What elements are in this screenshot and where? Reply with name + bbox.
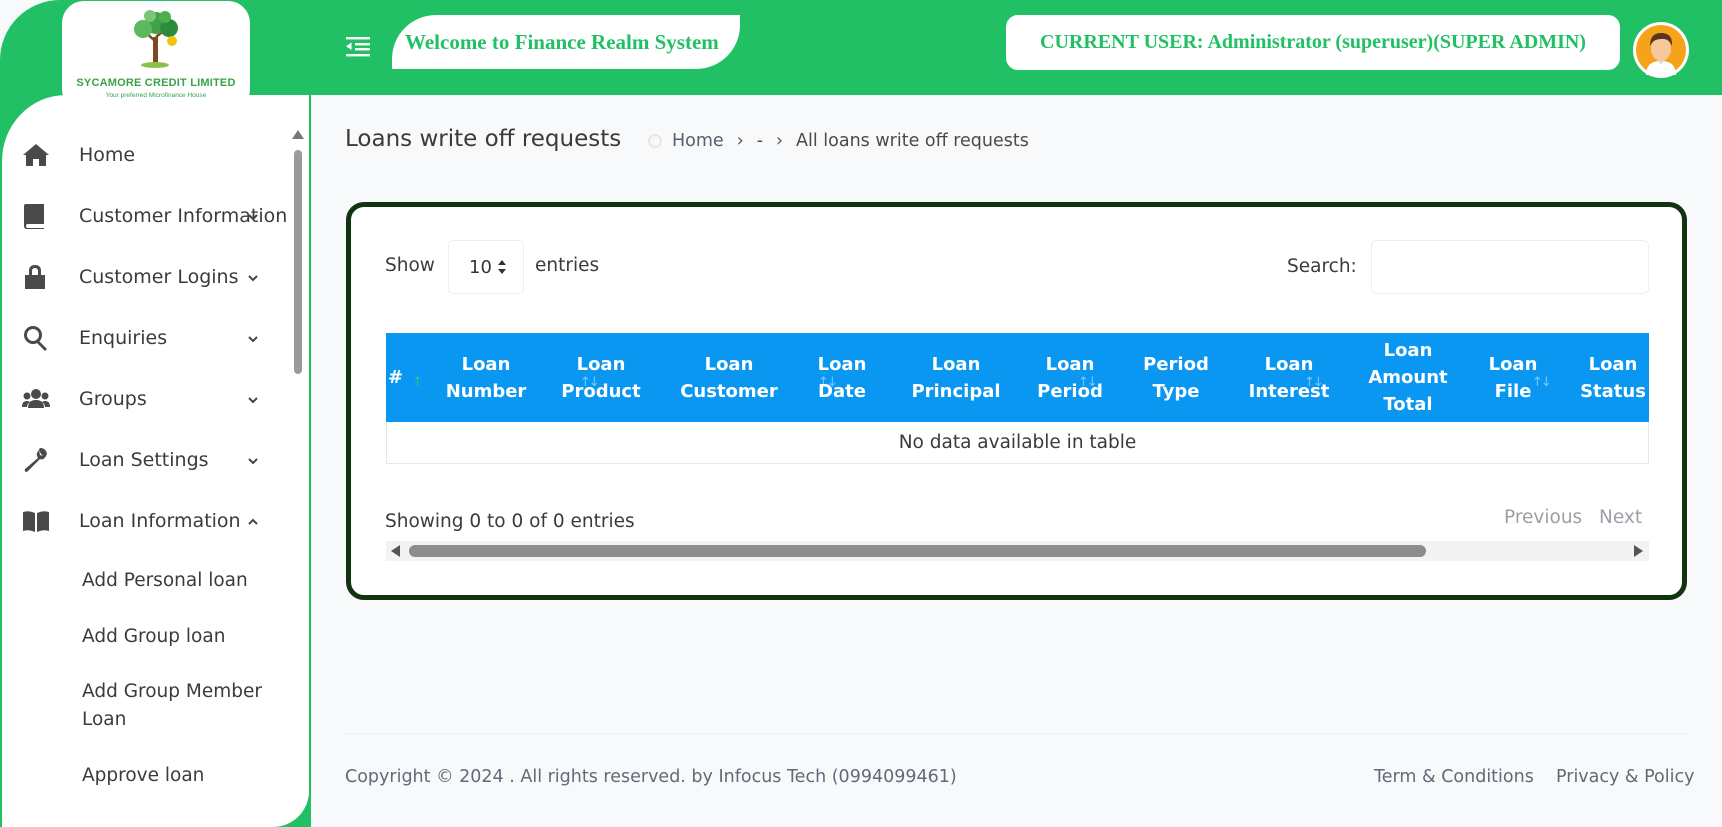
breadcrumb-home-icon bbox=[648, 134, 662, 148]
breadcrumb-home-link[interactable]: Home bbox=[672, 131, 724, 151]
sidebar-scrollbar[interactable] bbox=[294, 150, 302, 374]
logo-tagline: Your preferred Microfinance House bbox=[105, 92, 207, 99]
column-header-label: Loan Principal bbox=[911, 353, 1001, 402]
column-header-loan-status[interactable]: Loan Status bbox=[1576, 333, 1649, 422]
breadcrumb-separator-icon: › bbox=[776, 131, 784, 151]
column-header-loan-date[interactable]: Loan Date ↑↓ bbox=[804, 333, 1324, 422]
column-header-label: Loan Period bbox=[1037, 353, 1103, 402]
sidebar-item-label: Customer Logins bbox=[79, 266, 239, 288]
page-length-select[interactable]: 10 bbox=[448, 240, 524, 294]
previous-page-button[interactable]: Previous bbox=[1504, 507, 1582, 528]
chevron-down-icon bbox=[246, 392, 260, 406]
welcome-banner: Welcome to Finance Realm System bbox=[392, 15, 740, 69]
sidebar-item-loan-information[interactable]: Loan Information bbox=[22, 501, 292, 541]
column-header-label: Loan Interest bbox=[1248, 353, 1330, 402]
privacy-link[interactable]: Privacy & Policy bbox=[1556, 767, 1694, 787]
column-header-label: Loan Status bbox=[1580, 353, 1646, 402]
chevron-down-icon bbox=[246, 453, 260, 467]
sidebar-item-customer-logins[interactable]: Customer Logins bbox=[22, 257, 292, 297]
open-book-icon bbox=[22, 507, 54, 535]
column-header-label: Loan Amount Total bbox=[1368, 340, 1448, 415]
sidebar-item-groups[interactable]: Groups bbox=[22, 379, 292, 419]
lock-icon bbox=[22, 263, 54, 291]
sidebar-item-label: Enquiries bbox=[79, 327, 168, 349]
column-header-loan-product[interactable]: Loan Product ↑↓ bbox=[546, 333, 837, 422]
table-header: # ↑ Loan Number ↑↓ Loan Product ↑↓ Loan … bbox=[386, 333, 1649, 422]
book-icon bbox=[22, 202, 54, 230]
table-info: Showing 0 to 0 of 0 entries bbox=[385, 511, 635, 532]
column-header-label: Loan Customer bbox=[680, 353, 778, 402]
scroll-right-icon[interactable] bbox=[1634, 545, 1643, 557]
chevron-down-icon bbox=[246, 331, 260, 345]
logo-name: SYCAMORE CREDIT LIMITED bbox=[76, 77, 236, 89]
column-header-loan-customer[interactable]: Loan Customer ↑↓ bbox=[668, 333, 1098, 422]
column-header-label: Loan Date bbox=[817, 353, 867, 402]
column-header-label: Loan Number bbox=[445, 353, 527, 402]
show-label: Show bbox=[385, 255, 435, 276]
sub-item-add-group-loan[interactable]: Add Group loan bbox=[82, 623, 225, 651]
breadcrumb: Home › - › All loans write off requests bbox=[648, 131, 1029, 151]
sidebar-item-label: Groups bbox=[79, 388, 147, 410]
current-user-text: CURRENT USER: Administrator (superuser)(… bbox=[1040, 31, 1586, 53]
search-input[interactable] bbox=[1371, 240, 1649, 294]
chevron-down-icon bbox=[246, 209, 260, 223]
search-label: Search: bbox=[1287, 256, 1357, 277]
page-length-value: 10 bbox=[469, 256, 492, 278]
wrench-icon bbox=[22, 446, 54, 474]
sidebar-item-label: Loan Information bbox=[79, 510, 241, 532]
column-header-loan-period[interactable]: Loan Period ↑↓ bbox=[1032, 333, 1108, 422]
empty-message: No data available in table bbox=[898, 432, 1137, 453]
column-header-label: Loan Product bbox=[561, 353, 641, 402]
chevron-down-icon bbox=[246, 270, 260, 284]
footer-divider bbox=[345, 733, 1687, 734]
column-header-period-type[interactable]: Period Type ↑↓ bbox=[1132, 333, 1220, 422]
entries-label: entries bbox=[535, 255, 600, 276]
sidebar-item-loan-settings[interactable]: Loan Settings bbox=[22, 440, 292, 480]
scroll-left-icon[interactable] bbox=[391, 545, 400, 557]
search-icon bbox=[22, 324, 54, 352]
sub-item-approve-loan[interactable]: Approve loan bbox=[82, 762, 204, 790]
column-header-number[interactable]: # ↑ bbox=[386, 333, 426, 422]
sidebar-item-label: Loan Settings bbox=[79, 449, 209, 471]
sidebar-item-label: Home bbox=[79, 144, 136, 166]
page-title: Loans write off requests bbox=[345, 126, 622, 152]
users-icon bbox=[22, 385, 54, 413]
next-page-button[interactable]: Next bbox=[1599, 507, 1642, 528]
column-header-label: Loan File bbox=[1488, 353, 1538, 402]
home-icon bbox=[22, 141, 54, 169]
column-header-loan-amount-total[interactable]: Loan Amount Total ↑↓ bbox=[1366, 333, 1450, 422]
logo[interactable]: SYCAMORE CREDIT LIMITED Your preferred M… bbox=[62, 1, 250, 111]
sort-icon: ↑ bbox=[412, 375, 423, 390]
table-empty-row: No data available in table bbox=[386, 422, 1649, 464]
avatar[interactable] bbox=[1633, 22, 1689, 78]
welcome-text: Welcome to Finance Realm System bbox=[405, 29, 719, 54]
sidebar-scroll-up-icon[interactable] bbox=[292, 130, 304, 139]
sub-item-add-group-member-loan[interactable]: Add Group Member Loan bbox=[82, 678, 272, 734]
column-header-loan-file[interactable]: Loan File ↑↓ bbox=[1482, 333, 1544, 422]
user-avatar-icon bbox=[1636, 25, 1686, 75]
column-header-loan-interest[interactable]: Loan Interest ↑↓ bbox=[1244, 333, 1334, 422]
breadcrumb-current: All loans write off requests bbox=[796, 131, 1029, 151]
sub-item-add-personal-loan[interactable]: Add Personal loan bbox=[82, 567, 248, 595]
column-header-label: # bbox=[388, 367, 404, 388]
breadcrumb-middle[interactable]: - bbox=[757, 131, 763, 151]
sidebar-item-home[interactable]: Home bbox=[22, 135, 292, 175]
column-header-loan-number[interactable]: Loan Number ↑↓ bbox=[428, 333, 600, 422]
column-header-loan-principal[interactable]: Loan Principal ↑↓ bbox=[902, 333, 1551, 422]
terms-link[interactable]: Term & Conditions bbox=[1374, 767, 1534, 787]
chevron-up-icon bbox=[246, 514, 260, 528]
horizontal-scroll-thumb[interactable] bbox=[409, 545, 1426, 557]
breadcrumb-separator-icon: › bbox=[736, 131, 744, 151]
sidebar-item-customer-information[interactable]: Customer Information bbox=[22, 196, 292, 236]
sidebar-item-enquiries[interactable]: Enquiries bbox=[22, 318, 292, 358]
current-user-badge: CURRENT USER: Administrator (superuser)(… bbox=[1006, 15, 1620, 70]
menu-toggle-icon[interactable] bbox=[346, 34, 372, 58]
column-header-label: Period Type bbox=[1143, 353, 1209, 402]
tree-logo-icon bbox=[134, 10, 178, 68]
copyright-text: Copyright © 2024 . All rights reserved. … bbox=[345, 767, 957, 787]
select-caret-icon bbox=[498, 260, 506, 274]
